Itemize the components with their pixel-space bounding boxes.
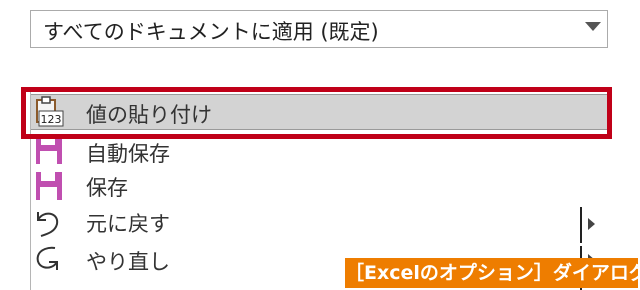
dropdown-value: すべてのドキュメントに適用 (既定) [43, 20, 379, 44]
list-item-paste-values[interactable]: 123 値の貼り付け [31, 94, 608, 130]
submenu-divider [580, 207, 582, 243]
chevron-down-icon[interactable] [585, 22, 601, 31]
submenu-arrow-icon[interactable] [588, 218, 595, 230]
list-item-undo[interactable]: 元に戻す [31, 206, 608, 240]
caption-label: ［Excelのオプション］ダイアログ [345, 258, 640, 288]
paste-values-icon: 123 [33, 95, 65, 129]
apply-to-dropdown[interactable]: すべてのドキュメントに適用 (既定) [30, 10, 608, 48]
undo-icon [33, 206, 65, 240]
list-item-save[interactable]: 保存 [31, 170, 608, 204]
save-icon [33, 170, 65, 204]
list-item-autosave[interactable]: 自動保存 [31, 136, 608, 170]
autosave-icon [33, 136, 65, 170]
list-item-label: 値の貼り付け [86, 103, 212, 127]
list-item-label: 自動保存 [86, 142, 170, 166]
list-item-label: 元に戻す [86, 212, 170, 236]
redo-icon [33, 244, 65, 278]
list-item-label: 保存 [86, 176, 128, 200]
list-item-label: やり直し [86, 250, 170, 274]
paste-icon-text: 123 [41, 113, 62, 126]
